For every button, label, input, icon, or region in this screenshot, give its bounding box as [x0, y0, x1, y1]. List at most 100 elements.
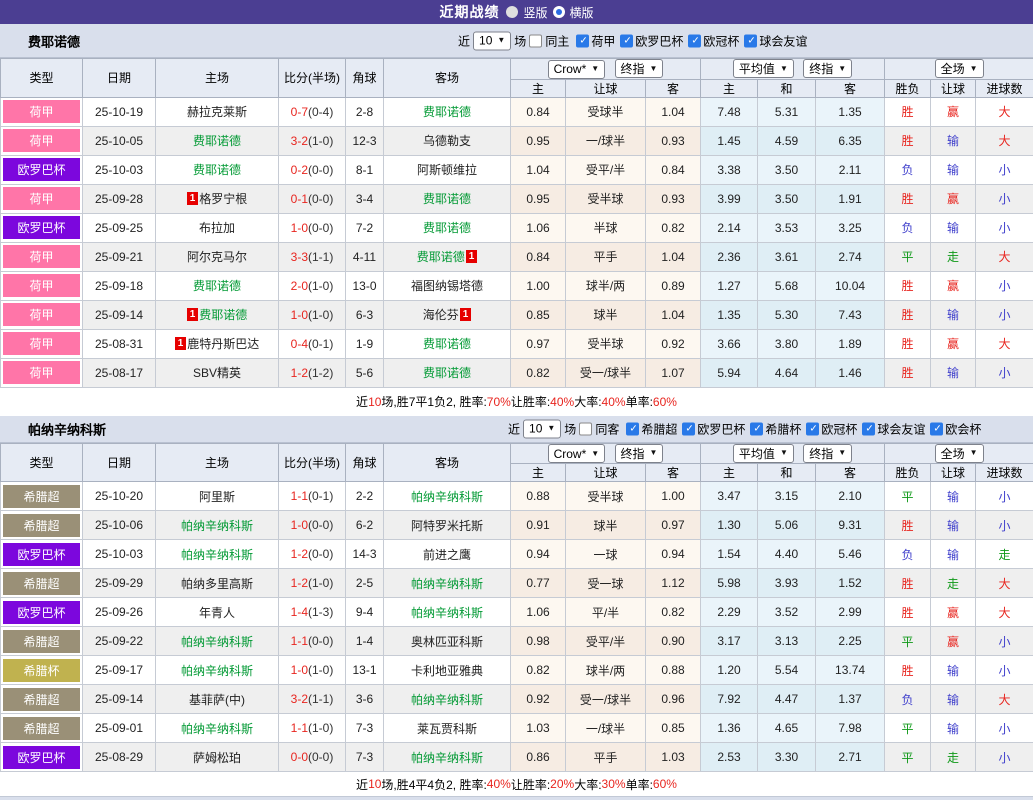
- avg-company-select[interactable]: 平均值▼: [733, 444, 794, 463]
- league-filter-checkbox[interactable]: [576, 34, 589, 47]
- match-score: 1-2(1-2): [279, 358, 346, 387]
- team-name-text: 费耶诺德: [423, 190, 471, 207]
- odds-company-select[interactable]: Crow*▼: [548, 444, 606, 463]
- same-venue-checkbox[interactable]: [529, 34, 542, 47]
- league-filter-label: 希腊超: [641, 420, 677, 437]
- team-section-panathinaikos: 帕纳辛纳科斯 近 10▼ 场 同客 希腊超欧罗巴杯希腊杯欧冠杯球会友谊欧会杯 类…: [0, 416, 1033, 797]
- league-filter-checkbox[interactable]: [620, 34, 633, 47]
- league-badge: 荷甲: [3, 129, 80, 152]
- away-odds: 0.89: [646, 271, 701, 300]
- match-count-select[interactable]: 10▼: [473, 31, 511, 50]
- match-date: 25-10-06: [83, 511, 156, 540]
- league-filter-checkbox[interactable]: [626, 422, 639, 435]
- sub-header-avg-draw: 和: [758, 79, 816, 97]
- match-score: 1-1(0-1): [279, 482, 346, 511]
- col-header-home: 主场: [156, 443, 279, 482]
- summary-text: 60%: [653, 777, 677, 791]
- corner-count: 7-3: [346, 743, 384, 772]
- result-wdl: 平: [885, 714, 931, 743]
- avg-draw-odds: 3.13: [758, 627, 816, 656]
- league-filter-checkbox[interactable]: [688, 34, 701, 47]
- odds-company-select[interactable]: Crow*▼: [548, 60, 606, 79]
- col-header-type: 类型: [1, 59, 83, 98]
- sub-header-handicap-result: 让球: [931, 79, 976, 97]
- league-filter-checkbox[interactable]: [682, 422, 695, 435]
- rank-badge: 1: [187, 308, 199, 321]
- home-odds: 1.06: [511, 598, 566, 627]
- league-filter-group: 希腊超欧罗巴杯希腊杯欧冠杯球会友谊欧会杯: [622, 420, 981, 437]
- fulltime-score: 1-1: [291, 489, 308, 503]
- avg-away-odds: 3.25: [816, 213, 885, 242]
- avg-draw-odds: 3.80: [758, 329, 816, 358]
- filter-controls: 近 10▼ 场 同主 荷甲欧罗巴杯欧冠杯球会友谊: [458, 31, 807, 50]
- corner-count: 3-4: [346, 184, 384, 213]
- col-header-home: 主场: [156, 59, 279, 98]
- league-filter-label: 欧冠杯: [821, 420, 857, 437]
- team-name-text: 帕纳辛纳科斯: [181, 720, 253, 737]
- result-goals: 小: [976, 482, 1033, 511]
- home-odds: 0.84: [511, 97, 566, 126]
- summary-text: 40%: [602, 395, 626, 409]
- avg-draw-odds: 3.93: [758, 569, 816, 598]
- handicap: 受半球: [566, 482, 646, 511]
- match-date: 25-09-29: [83, 569, 156, 598]
- match-count-select[interactable]: 10▼: [523, 419, 561, 438]
- halftime-score: (1-0): [308, 308, 333, 322]
- league-badge: 欧罗巴杯: [3, 158, 80, 181]
- team-name-text: SBV精英: [193, 364, 241, 381]
- odds-time-select[interactable]: 终指▼: [615, 59, 664, 78]
- league-badge: 希腊超: [3, 630, 80, 653]
- team-name-text: 帕纳辛纳科斯: [411, 604, 483, 621]
- vertical-layout-radio[interactable]: [506, 6, 518, 18]
- avg-away-odds: 10.04: [816, 271, 885, 300]
- fulltime-score: 1-1: [291, 721, 308, 735]
- handicap: 一球: [566, 540, 646, 569]
- result-handicap: 赢: [931, 97, 976, 126]
- handicap: 受平/半: [566, 155, 646, 184]
- sub-header-home-odds: 主: [511, 79, 566, 97]
- match-date: 25-10-03: [83, 155, 156, 184]
- horizontal-layout-radio[interactable]: [553, 6, 565, 18]
- league-filter-checkbox[interactable]: [744, 34, 757, 47]
- team-name-text: 奥林匹亚科斯: [411, 633, 483, 650]
- fulltime-score: 1-2: [291, 576, 308, 590]
- match-date: 25-08-31: [83, 329, 156, 358]
- team-name-text: 费耶诺德: [423, 335, 471, 352]
- handicap: 球半: [566, 511, 646, 540]
- summary-text: 近: [356, 776, 368, 793]
- match-date: 25-09-18: [83, 271, 156, 300]
- result-wdl: 胜: [885, 271, 931, 300]
- league-filter-checkbox[interactable]: [862, 422, 875, 435]
- match-date: 25-09-14: [83, 685, 156, 714]
- result-handicap: 输: [931, 656, 976, 685]
- result-goals: 走: [976, 540, 1033, 569]
- result-scope-select[interactable]: 全场▼: [935, 444, 984, 463]
- home-odds: 0.85: [511, 300, 566, 329]
- halftime-score: (0-0): [308, 192, 333, 206]
- home-team: 帕纳辛纳科斯: [181, 720, 253, 737]
- avg-time-select[interactable]: 终指▼: [803, 444, 852, 463]
- odds-time-select[interactable]: 终指▼: [615, 444, 664, 463]
- halftime-score: (0-0): [308, 750, 333, 764]
- match-score: 1-1(1-0): [279, 714, 346, 743]
- league-filter-checkbox[interactable]: [750, 422, 763, 435]
- halftime-score: (0-4): [308, 105, 333, 119]
- match-row: 希腊超25-09-22帕纳辛纳科斯1-1(0-0)1-4奥林匹亚科斯0.98受平…: [1, 627, 1033, 656]
- halftime-score: (1-2): [308, 366, 333, 380]
- chevron-down-icon: ▼: [591, 450, 599, 458]
- sub-header-goals: 进球数: [976, 79, 1033, 97]
- home-odds: 1.04: [511, 155, 566, 184]
- league-filter-checkbox[interactable]: [806, 422, 819, 435]
- same-venue-checkbox[interactable]: [579, 422, 592, 435]
- home-odds: 0.94: [511, 540, 566, 569]
- avg-time-select[interactable]: 终指▼: [803, 59, 852, 78]
- team-name-text: 海伦芬: [423, 306, 459, 323]
- corner-count: 6-2: [346, 511, 384, 540]
- league-filter-checkbox[interactable]: [930, 422, 943, 435]
- handicap: 受一/球半: [566, 685, 646, 714]
- match-score: 0-0(0-0): [279, 743, 346, 772]
- match-date: 25-09-26: [83, 598, 156, 627]
- avg-company-select[interactable]: 平均值▼: [733, 59, 794, 78]
- result-scope-select[interactable]: 全场▼: [935, 59, 984, 78]
- home-odds: 1.00: [511, 271, 566, 300]
